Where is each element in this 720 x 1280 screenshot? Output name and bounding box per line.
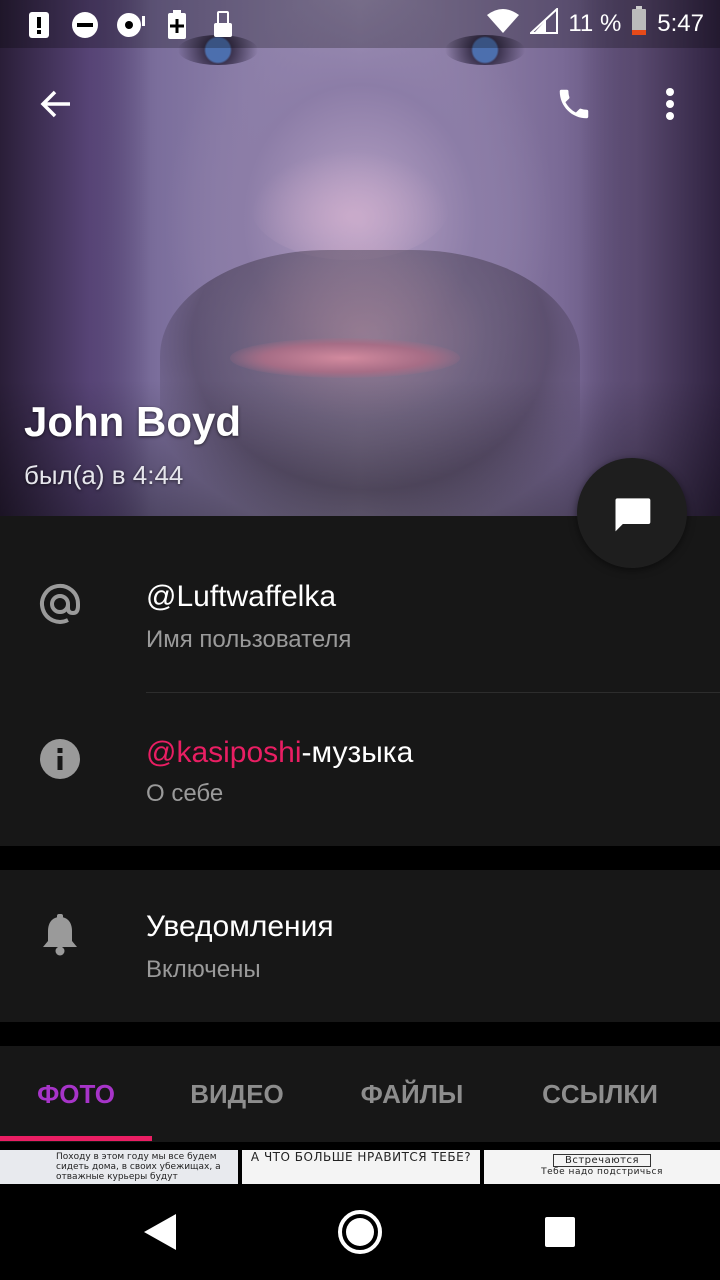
nav-recents-icon — [545, 1217, 575, 1247]
nav-home-button[interactable] — [328, 1200, 392, 1264]
tab-video[interactable]: ВИДЕО — [162, 1046, 312, 1142]
thumbnail-text: А ЧТО БОЛЬШЕ НРАВИТСЯ ТЕБЕ? — [250, 1150, 472, 1164]
thumbnail-title: Встречаются — [553, 1154, 651, 1167]
username-value: @Luftwaffelka — [146, 580, 337, 613]
username-label: Имя пользователя — [146, 626, 352, 653]
photo-nose — [250, 150, 450, 260]
media-grid: Походу в этом году мы все будем сидеть д… — [0, 1148, 720, 1184]
about-text: -музыка — [301, 736, 414, 769]
status-icons-left — [24, 10, 238, 40]
back-button[interactable] — [28, 76, 84, 132]
clock: 5:47 — [657, 10, 704, 37]
more-menu-button[interactable] — [642, 76, 698, 132]
tab-indicator — [0, 1136, 152, 1141]
photo-lips — [230, 338, 460, 378]
battery-saver-icon — [162, 10, 192, 40]
notifications-card[interactable]: Уведомления Включены — [0, 870, 720, 1022]
about-label: О себе — [146, 780, 224, 807]
about-value: @kasiposhi-музыка — [146, 736, 413, 770]
status-icons-right: 11 % 5:47 — [486, 5, 704, 43]
tab-files[interactable]: ФАЙЛЫ — [336, 1046, 488, 1142]
thumbnail-subtitle: Тебе надо подстричься — [541, 1167, 663, 1177]
media-tabs: ФОТО ВИДЕО ФАЙЛЫ ССЫЛКИ — [0, 1046, 720, 1142]
more-vert-icon — [666, 88, 674, 120]
thumbnail-text: Походу в этом году мы все будем сидеть д… — [56, 1152, 221, 1184]
notifications-title: Уведомления — [146, 910, 334, 943]
tab-photo[interactable]: ФОТО — [0, 1046, 152, 1142]
navigation-bar — [0, 1184, 720, 1280]
message-fab-button[interactable] — [577, 458, 687, 568]
sim-icon — [208, 10, 238, 40]
wifi-icon — [486, 8, 520, 41]
nav-home-icon — [338, 1210, 382, 1254]
media-thumbnail[interactable]: Встречаются Тебе надо подстричься — [484, 1150, 720, 1184]
about-row[interactable]: @kasiposhi-музыка О себе — [0, 693, 720, 846]
back-arrow-icon — [40, 90, 70, 118]
profile-name: John Boyd — [24, 398, 241, 445]
bell-icon — [36, 911, 84, 959]
tab-links[interactable]: ССЫЛКИ — [512, 1046, 688, 1142]
record-icon — [116, 10, 146, 40]
battery-percent: 11 % — [568, 10, 622, 37]
chat-icon — [615, 498, 651, 532]
last-seen-status: был(а) в 4:44 — [24, 460, 184, 490]
nav-recents-button[interactable] — [528, 1200, 592, 1264]
status-bar: 11 % 5:47 — [0, 0, 720, 48]
phone-icon — [559, 89, 589, 119]
alert-icon — [24, 10, 54, 40]
call-button[interactable] — [546, 76, 602, 132]
signal-icon — [528, 6, 559, 41]
battery-icon — [631, 5, 647, 43]
info-card: @Luftwaffelka Имя пользователя @kasiposh… — [0, 516, 720, 846]
media-thumbnail[interactable]: Походу в этом году мы все будем сидеть д… — [0, 1150, 238, 1184]
info-icon — [36, 735, 84, 783]
media-thumbnail[interactable]: А ЧТО БОЛЬШЕ НРАВИТСЯ ТЕБЕ? — [242, 1150, 480, 1184]
at-sign-icon — [36, 580, 84, 628]
notifications-value: Включены — [146, 956, 261, 983]
nav-back-icon — [144, 1214, 176, 1250]
nav-back-button[interactable] — [128, 1200, 192, 1264]
about-mention-link[interactable]: @kasiposhi — [146, 736, 302, 769]
do-not-disturb-icon — [70, 10, 100, 40]
